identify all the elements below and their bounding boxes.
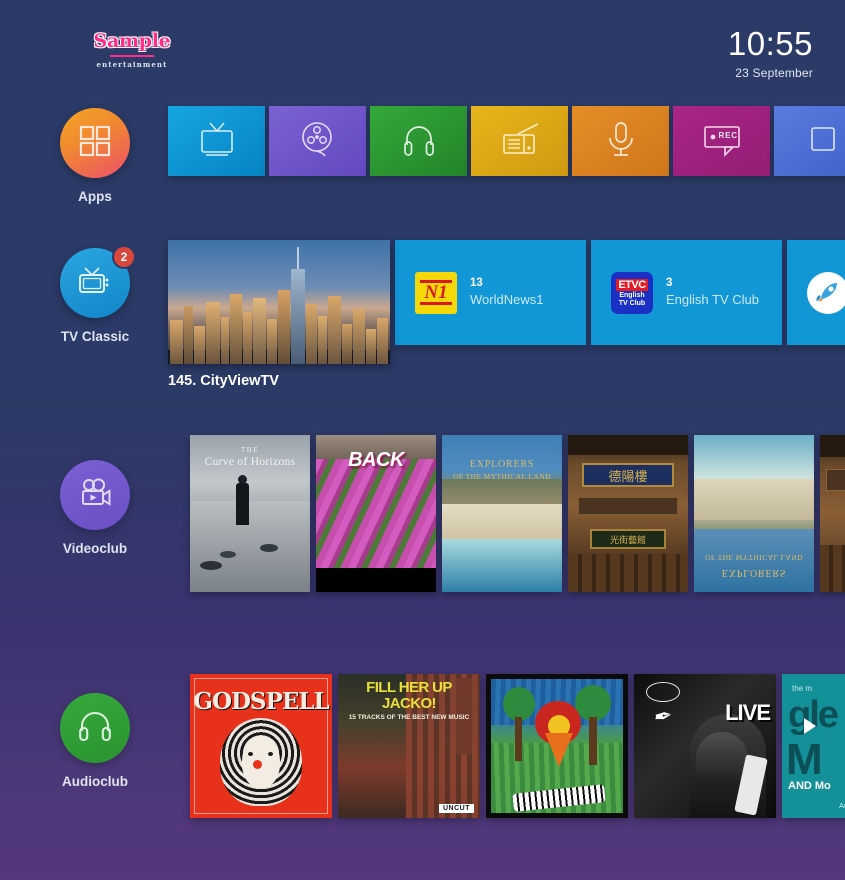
poster-title-line1: EXPLORERS <box>469 459 535 470</box>
poster-title-line1: THE <box>240 446 260 454</box>
video-poster[interactable] <box>820 435 845 592</box>
tv-channel-number: 13 <box>470 277 483 289</box>
film-reel-icon <box>294 117 342 166</box>
tv-channel-card[interactable]: ETVC English TV Club 3 English TV Club <box>591 240 782 345</box>
audioclub-circle[interactable] <box>60 693 130 763</box>
play-icon <box>804 718 816 734</box>
poster-title-line1: the m <box>792 684 813 693</box>
clock-date: 23 September <box>735 66 813 80</box>
poster-footer: Auditorio <box>839 803 845 810</box>
etvc-logo-text: ETVC <box>616 278 648 291</box>
radio-icon <box>494 117 546 166</box>
app-tile-more[interactable] <box>774 106 845 176</box>
video-poster[interactable]: EXPLORERS OF THE MYTHICAL LAND <box>442 435 562 592</box>
poster-subtitle: 15 TRACKS OF THE BEST NEW MUSIC <box>348 714 470 721</box>
clock: 10:55 23 September <box>727 25 813 81</box>
app-tile-icon <box>799 117 845 166</box>
tv-icon <box>76 264 114 303</box>
tv-classic-badge: 2 <box>112 245 136 269</box>
logo-title: Sample <box>93 30 171 52</box>
tv-classic-circle[interactable]: 2 <box>60 245 136 318</box>
poster-title-line1: OF THE MYTHICAL LAND <box>705 553 803 562</box>
videoclub-circle[interactable] <box>60 460 130 530</box>
poster-title: LIVE <box>725 700 771 725</box>
tv-featured-label: 145. CityViewTV <box>168 373 279 389</box>
headphones-icon <box>77 709 113 748</box>
audio-poster[interactable] <box>486 674 628 818</box>
app-tile-microphone[interactable] <box>572 106 669 176</box>
poster-footer: UNCUT <box>439 804 474 813</box>
logo-subtitle: entertainment <box>96 60 168 69</box>
etvc-logo: ETVC English TV Club <box>611 271 653 314</box>
tv-featured-channel[interactable]: 145. CityViewTV <box>168 240 390 389</box>
sidebar-item-videoclub[interactable]: Videoclub <box>60 460 130 556</box>
app-tile-record[interactable]: REC <box>673 106 770 176</box>
apps-circle[interactable] <box>60 108 130 178</box>
video-camera-icon <box>76 476 114 515</box>
poster-title-line2: Curve of Horizons <box>204 456 296 468</box>
sidebar-item-audioclub[interactable]: Audioclub <box>60 693 130 789</box>
rocket-logo <box>807 271 845 314</box>
etvc-logo-line2: English <box>619 291 645 299</box>
logo: Sample entertainment <box>62 30 202 69</box>
tv-classic-row: 145. CityViewTV N1 13 WorldNews1 ETVC En… <box>168 240 845 389</box>
audio-poster[interactable]: the m gle M AND Mo Auditorio <box>782 674 845 818</box>
audio-poster[interactable]: FILL HER UP JACKO! 15 TRACKS OF THE BEST… <box>338 674 480 818</box>
poster-title-line2: EXPLORERS <box>721 567 787 578</box>
sidebar-item-tv-classic[interactable]: 2 TV Classic <box>60 245 136 344</box>
tv-channel-name: English TV Club <box>666 292 759 307</box>
video-poster[interactable]: 德陽樓 光街藝館 <box>568 435 688 592</box>
poster-title-line2: OF THE MYTHICAL LAND <box>453 472 551 481</box>
etvc-logo-line3: TV Club <box>618 300 646 307</box>
sidebar-item-apps[interactable]: Apps <box>60 108 130 204</box>
app-tile-radio[interactable] <box>471 106 568 176</box>
tv-channel-card[interactable]: N1 13 WorldNews1 <box>395 240 586 345</box>
rec-label: REC <box>718 130 738 140</box>
poster-title: GODSPELL <box>193 688 329 715</box>
audio-poster[interactable]: GODSPELL <box>190 674 332 818</box>
videoclub-row: THE Curve of Horizons BACK EXPLORERS OF … <box>190 435 845 592</box>
video-poster[interactable]: BACK <box>316 435 436 592</box>
sidebar-label-tv-classic: TV Classic <box>60 329 130 344</box>
tv-channel-name: WorldNews1 <box>470 292 544 307</box>
television-icon <box>193 117 241 166</box>
poster-title-line1: FILL HER UP <box>366 679 452 696</box>
video-poster[interactable]: OF THE MYTHICAL LAND EXPLORERS <box>694 435 814 592</box>
video-poster[interactable]: THE Curve of Horizons <box>190 435 310 592</box>
apps-row: REC <box>168 106 845 176</box>
sidebar-label-audioclub: Audioclub <box>62 774 128 789</box>
app-tile-tv[interactable] <box>168 106 265 176</box>
headphones-icon <box>395 117 443 166</box>
sidebar-label-videoclub: Videoclub <box>62 541 128 556</box>
microphone-icon <box>597 117 645 166</box>
audioclub-row: GODSPELL FILL HER UP JACKO! 15 TRACKS OF… <box>190 674 845 818</box>
app-tile-movies[interactable] <box>269 106 366 176</box>
app-tile-music[interactable] <box>370 106 467 176</box>
rec-bubble-icon: REC <box>694 117 750 166</box>
logo-divider <box>110 55 154 57</box>
poster-title-line2: JACKO! <box>382 695 437 712</box>
audio-poster[interactable]: ✒ LIVE <box>634 674 776 818</box>
poster-title-line1: BACK <box>348 449 404 471</box>
city-skyline-thumbnail <box>168 240 390 364</box>
header-bar: Sample entertainment 10:55 23 September <box>0 0 845 100</box>
clock-time: 10:55 <box>727 25 813 62</box>
sidebar-label-apps: Apps <box>78 189 112 204</box>
n1-logo: N1 <box>415 271 457 314</box>
tv-channel-number: 3 <box>666 277 673 289</box>
tv-channel-card[interactable]: 123 Spac <box>787 240 845 345</box>
grid-icon <box>78 124 112 163</box>
